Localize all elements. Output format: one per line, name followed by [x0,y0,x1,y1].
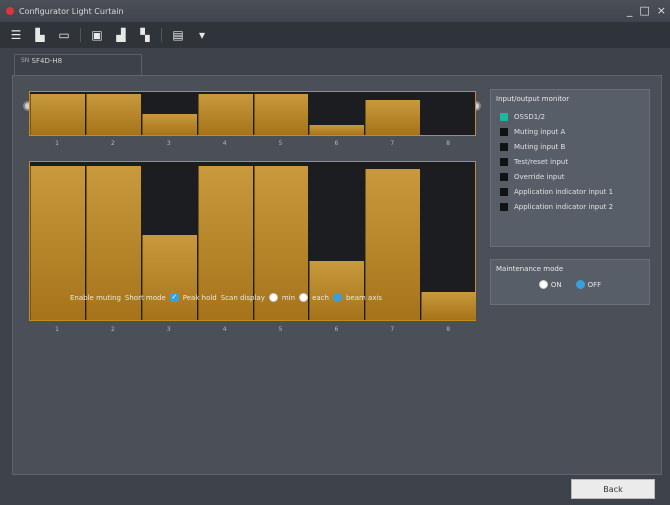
toolbar-divider [161,28,162,42]
short-mode-label[interactable]: Short mode [125,294,166,302]
radio-min-label: min [281,293,296,302]
beam-number: 3 [166,326,171,333]
beam-7 [365,100,421,135]
beam-number: 2 [110,326,115,333]
window-controls: _ □ × [627,4,666,17]
minimize-button[interactable]: _ [627,4,633,17]
io-item: OSSD1/2 [500,109,644,124]
beam-2 [85,94,141,135]
io-item: Muting input A [500,124,644,139]
radio-beam-axis[interactable] [332,293,342,302]
io-monitor-title: Input/output monitor [496,95,570,103]
scan-display-label: Scan display [220,293,265,302]
menu-icon[interactable]: ☰ [8,27,24,43]
beam-number: 5 [278,140,283,147]
beam-6 [309,261,365,320]
io-item: Test/reset input [500,154,644,169]
maintenance-on-option[interactable]: ON [538,280,562,289]
peak-hold-checkbox[interactable]: ✓ [169,293,179,302]
chart-icon[interactable]: ▟ [113,27,129,43]
beam-3 [141,235,197,320]
io-item-label: Test/reset input [514,157,569,166]
maintenance-on-label: ON [550,280,562,289]
toolbar: ☰ ▙ ▭ ▣ ▟ ▚ ▤ ▾ [0,22,670,48]
io-item-label: Application indicator input 2 [514,202,614,211]
io-indicator [500,127,508,136]
title-bar: Configurator Light Curtain _ □ × [0,0,670,22]
beam-number: 1 [55,326,59,333]
window-title: Configurator Light Curtain [19,6,124,16]
beam-number: 6 [334,140,339,147]
maximize-button[interactable]: □ [639,4,649,17]
maintenance-options: ON OFF [496,280,644,289]
radio-each[interactable] [299,293,309,302]
beam-number: 2 [110,140,115,147]
maintenance-panel: Maintenance mode ON OFF [490,259,650,305]
save-icon[interactable]: ▣ [89,27,105,43]
dropdown-icon[interactable]: ▾ [194,27,210,43]
radio-min[interactable] [268,293,278,302]
io-item: Application indicator input 2 [500,199,644,214]
main-panel: 1 2 3 4 5 6 7 8 Enable muting Short mode ✓ Peak… [12,75,662,475]
beam-strip-large: Enable muting Short mode ✓ Peak hold Sca… [29,161,476,321]
beam-4 [197,94,253,135]
io-item: Override input [500,169,644,184]
export-icon[interactable]: ▤ [170,27,186,43]
beam-6 [309,125,365,135]
back-button[interactable]: Back [571,479,655,499]
io-monitor-list: OSSD1/2 Muting input A Muting input B Test/… [496,109,644,214]
radio-each-label: each [312,293,329,302]
document-icon[interactable]: ▙ [32,27,48,43]
beam-8 [421,292,476,320]
device-tab-prefix: SN [21,57,30,64]
io-item-label: OSSD1/2 [514,112,546,121]
maintenance-title: Maintenance mode [496,265,564,273]
io-item-label: Application indicator input 1 [514,187,614,196]
beam-3 [141,114,197,135]
connect-icon[interactable]: ▚ [137,27,153,43]
beam-number: 4 [222,326,227,333]
io-indicator [500,112,508,121]
beam-number: 8 [446,326,451,333]
io-item: Muting input B [500,139,644,154]
maintenance-on-radio[interactable] [538,280,548,289]
io-item-label: Override input [514,172,565,181]
maintenance-off-option[interactable]: OFF [575,280,602,289]
peak-hold-label: Peak hold [182,293,217,302]
beam-number: 7 [390,140,395,147]
radio-beam-axis-label: beam axis [345,293,383,302]
io-indicator [500,202,508,211]
io-item: Application indicator input 1 [500,184,644,199]
io-indicator [500,157,508,166]
io-item-label: Muting input A [514,127,566,136]
device-tab[interactable]: SN SF4D-H8 [14,54,142,76]
io-indicator [500,187,508,196]
folder-icon[interactable]: ▭ [56,27,72,43]
maintenance-off-label: OFF [587,280,602,289]
io-item-label: Muting input B [514,142,566,151]
beam-number: 4 [222,140,227,147]
beam-1 [30,94,85,135]
io-monitor-panel: Input/output monitor OSSD1/2 Muting input… [490,89,650,247]
beam-number: 1 [55,140,59,147]
device-tab-label: SF4D-H8 [31,57,63,65]
beam-number: 8 [446,140,451,147]
beam-number: 6 [334,326,339,333]
beam-number: 5 [278,326,283,333]
io-indicator [500,172,508,181]
close-button[interactable]: × [657,4,666,17]
enable-muting-label[interactable]: Enable muting [70,294,121,302]
beam-number: 7 [390,326,395,333]
beam-number: 3 [166,140,171,147]
toolbar-divider [80,28,81,42]
beam-strip-small [29,91,476,136]
io-indicator [500,142,508,151]
beam-5 [253,94,309,135]
app-logo-icon [6,7,14,15]
options-row: Enable muting Short mode ✓ Peak hold Sca… [70,293,382,302]
maintenance-off-radio[interactable] [575,280,585,289]
